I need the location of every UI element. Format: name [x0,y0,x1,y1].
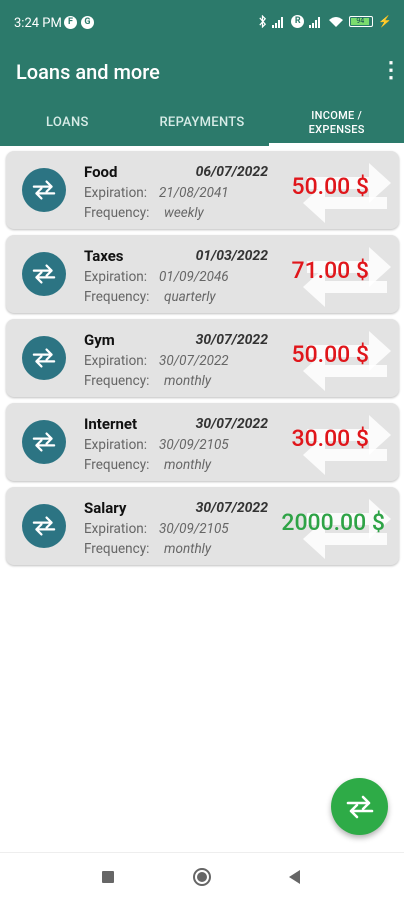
more-options-icon[interactable]: ⋮ [380,58,402,84]
signal-icon [272,16,284,28]
tab-loans[interactable]: LOANS [0,100,135,146]
transaction-type-icon [22,252,66,296]
transaction-name: Taxes [84,247,124,265]
transaction-amount: 50.00 $ [291,173,369,200]
app-title: Loans and more [16,60,160,84]
expiration-label: Expiration: [84,185,148,201]
frequency-value: monthly [164,541,212,557]
transaction-name: Salary [84,499,127,517]
transaction-name: Gym [84,331,115,349]
frequency-value: monthly [164,457,212,473]
app-bar: Loans and more ⋮ [0,48,404,100]
add-transaction-button[interactable] [331,778,388,835]
transaction-amount: 30.00 $ [291,425,369,452]
transaction-name: Food [84,163,118,181]
transaction-card[interactable]: Food 06/07/2022 Expiration: 21/08/2041 F… [6,151,399,229]
tab-repayments[interactable]: REPAYMENTS [135,100,270,146]
frequency-label: Frequency: [84,205,150,221]
expiration-label: Expiration: [84,269,148,285]
expiration-value: 30/07/2022 [159,353,229,369]
charging-icon: ⚡ [378,15,392,28]
transaction-name: Internet [84,415,138,433]
transaction-amount: 71.00 $ [291,257,369,284]
system-nav-bar [0,852,404,900]
expiration-value: 30/09/2105 [159,437,229,453]
swap-arrows-icon [346,795,373,818]
transaction-amount: 50.00 $ [291,341,369,368]
recent-apps-button[interactable] [102,871,114,883]
transaction-card[interactable]: Salary 30/07/2022 Expiration: 30/09/2105… [6,487,399,565]
swap-arrows-icon [32,516,56,536]
expiration-value: 30/09/2105 [159,521,229,537]
transaction-card[interactable]: Internet 30/07/2022 Expiration: 30/09/21… [6,403,399,481]
expiration-value: 21/08/2041 [159,185,229,201]
tab-bar: LOANS REPAYMENTS INCOME / EXPENSES [0,100,404,146]
transaction-date: 06/07/2022 [195,164,268,180]
system-icons: R 94 ⚡ [258,15,392,28]
status-time: 3:24 PM [14,16,62,31]
wifi-icon [329,16,344,27]
transaction-card[interactable]: Taxes 01/03/2022 Expiration: 01/09/2046 … [6,235,399,313]
transaction-date: 30/07/2022 [195,332,268,348]
transaction-type-icon [22,168,66,212]
transaction-date: 30/07/2022 [195,416,268,432]
transaction-type-icon [22,336,66,380]
swap-arrows-icon [32,348,56,368]
notification-app-icon: G [81,16,94,29]
home-button[interactable] [193,868,211,886]
roaming-icon: R [291,15,305,28]
back-button[interactable] [289,870,300,884]
expiration-value: 01/09/2046 [159,269,229,285]
frequency-value: monthly [164,373,212,389]
tab-income-expenses[interactable]: INCOME / EXPENSES [269,100,404,146]
signal-icon [309,16,321,28]
expiration-label: Expiration: [84,521,148,537]
frequency-value: quarterly [164,289,216,305]
frequency-label: Frequency: [84,541,150,557]
transaction-list: Food 06/07/2022 Expiration: 21/08/2041 F… [6,151,399,571]
transaction-date: 01/03/2022 [195,248,268,264]
frequency-label: Frequency: [84,289,150,305]
transaction-amount: 2000.00 $ [281,509,385,536]
frequency-label: Frequency: [84,457,150,473]
transaction-type-icon [22,504,66,548]
swap-arrows-icon [32,264,56,284]
swap-arrows-icon [32,432,56,452]
battery-icon: 94 [349,16,374,27]
frequency-label: Frequency: [84,373,150,389]
transaction-card[interactable]: Gym 30/07/2022 Expiration: 30/07/2022 Fr… [6,319,399,397]
status-bar: 3:24 PM F G R 94 ⚡ [0,0,404,48]
expiration-label: Expiration: [84,353,148,369]
transaction-date: 30/07/2022 [195,500,268,516]
expiration-label: Expiration: [84,437,148,453]
frequency-value: weekly [164,205,204,221]
notification-icons: F G [64,16,94,29]
swap-arrows-icon [32,180,56,200]
transaction-type-icon [22,420,66,464]
bluetooth-icon [259,15,267,28]
notification-app-icon: F [64,16,77,29]
